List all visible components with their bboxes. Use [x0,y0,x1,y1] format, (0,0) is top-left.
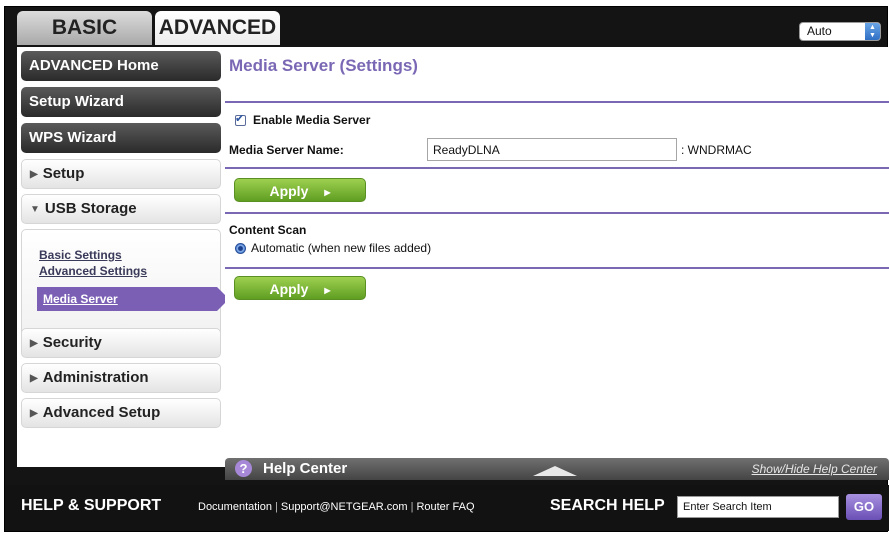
main-content: Media Server (Settings) Enable Media Ser… [225,47,889,463]
enable-media-server-label: Enable Media Server [253,113,371,127]
sidebar-subitem-basic-settings[interactable]: Basic Settings [39,248,122,262]
documentation-link[interactable]: Documentation [198,501,272,513]
tab-basic[interactable]: BASIC [17,11,152,45]
sidebar-item-security[interactable]: ▶ Security [21,328,221,358]
help-center-bar[interactable]: ? Help Center Show/Hide Help Center [225,458,889,480]
router-admin-window: BASIC ADVANCED Auto ▲ ▼ ADVANCED Home Set… [4,6,889,532]
sidebar-item-label: Setup [42,165,85,182]
apply-button-label: Apply [269,183,309,199]
apply-button[interactable]: Apply ▶ [234,178,366,202]
scan-automatic-label: Automatic (when new files added) [251,241,432,255]
go-button[interactable]: GO [846,494,882,520]
sidebar-item-usb-storage[interactable]: ▼ USB Storage [21,194,221,224]
search-help-title: SEARCH HELP [550,497,665,514]
play-arrow-icon: ▶ [324,286,331,295]
separator: | [410,501,414,513]
language-select-value: Auto [807,24,832,38]
divider [225,212,889,214]
divider [225,101,889,103]
footer-links: Documentation | Support@NETGEAR.com | Router… [198,501,475,513]
server-name-suffix: : WNDRMAC [681,143,752,157]
router-faq-link[interactable]: Router FAQ [416,501,474,513]
sidebar-subitem-advanced-settings[interactable]: Advanced Settings [39,264,147,278]
sidebar-item-wps-wizard[interactable]: WPS Wizard [21,123,221,153]
caret-right-icon: ▶ [30,373,38,384]
play-arrow-icon: ▶ [324,188,331,197]
tab-advanced[interactable]: ADVANCED [155,11,280,45]
server-name-input[interactable] [427,138,677,161]
sidebar-item-label: Administration [42,369,149,386]
select-arrows-icon: ▲ ▼ [865,23,880,40]
sidebar-item-label: Security [42,334,102,351]
caret-right-icon: ▶ [30,338,38,349]
sidebar: ADVANCED Home Setup Wizard WPS Wizard ▶ S… [17,47,229,467]
scan-automatic-radio[interactable] [235,243,246,254]
sidebar-subitem-media-server[interactable]: Media Server [37,287,217,311]
sidebar-item-label: Advanced Setup [42,404,161,421]
expand-triangle-icon[interactable] [533,466,577,476]
caret-right-icon: ▶ [30,408,38,419]
caret-down-icon: ▼ [30,204,40,215]
language-select[interactable]: Auto ▲ ▼ [799,22,881,41]
separator: | [275,501,278,513]
support-email-link[interactable]: Support@NETGEAR.com [281,501,408,513]
caret-right-icon: ▶ [30,169,38,180]
divider [225,167,889,169]
sidebar-item-advanced-home[interactable]: ADVANCED Home [21,51,221,81]
search-help-input[interactable] [677,496,839,518]
content-scan-label: Content Scan [229,223,307,237]
sidebar-item-label: USB Storage [44,200,137,217]
help-support-title: HELP & SUPPORT [21,497,162,514]
divider [225,267,889,269]
page-title: Media Server (Settings) [229,56,418,75]
apply-button[interactable]: Apply ▶ [234,276,366,300]
question-icon: ? [235,460,252,477]
sidebar-item-administration[interactable]: ▶ Administration [21,363,221,393]
show-hide-help-link[interactable]: Show/Hide Help Center [752,462,877,476]
enable-media-server-checkbox[interactable] [235,112,246,126]
sidebar-item-setup[interactable]: ▶ Setup [21,159,221,189]
sidebar-item-setup-wizard[interactable]: Setup Wizard [21,87,221,117]
footer: HELP & SUPPORT Documentation | Support@NET… [5,485,889,531]
apply-button-label: Apply [269,281,309,297]
help-center-title: Help Center [263,460,348,477]
sidebar-item-advanced-setup[interactable]: ▶ Advanced Setup [21,398,221,428]
server-name-label: Media Server Name: [229,143,344,157]
